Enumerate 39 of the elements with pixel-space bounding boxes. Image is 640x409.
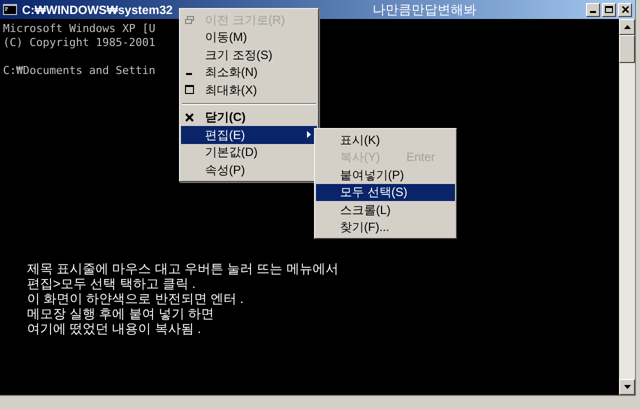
console-app-icon (3, 4, 17, 15)
menu-item[interactable]: 속성(P) (181, 161, 317, 178)
scroll-up-button[interactable] (619, 19, 635, 35)
console-line: (C) Copyright 1985-2001 (3, 36, 156, 50)
window-title: C:₩WINDOWS₩system32 (22, 2, 173, 18)
menu-item[interactable]: 최소화(N) (181, 64, 317, 81)
scrollbar[interactable] (619, 19, 635, 395)
window-caption: 나만큼만답변해봐 (372, 0, 477, 19)
scroll-thumb[interactable] (619, 35, 635, 63)
menu-item[interactable]: 스크롤(L) (316, 201, 455, 218)
menu-item[interactable]: 닫기(C) (181, 108, 317, 126)
menu-item[interactable]: 최대화(X) (181, 81, 317, 98)
menu-item[interactable]: 기본값(D) (181, 144, 317, 161)
minimize-button[interactable] (586, 2, 600, 16)
console-prompt: C:₩Documents and Settin (3, 64, 156, 78)
console-note: 메모장 실행 후에 붙여 넣기 하면 (27, 306, 216, 321)
console-note: 편집>모두 선택 택하고 클릭 . (27, 276, 197, 291)
menu-item[interactable]: 붙여넣기(P) (316, 166, 455, 184)
submenu-arrow-icon (307, 131, 311, 138)
menu-item[interactable]: 찾기(F)... (316, 218, 455, 236)
console-note: 여기에 떴었던 내용이 복사됨 . (27, 321, 202, 336)
maximize-icon (605, 6, 613, 13)
close-icon (185, 112, 194, 122)
console-note: 이 화면이 하얀색으로 반전되면 엔터 . (27, 291, 245, 306)
close-icon (622, 6, 628, 13)
menu-item[interactable]: 크기 조정(S) (181, 46, 317, 64)
menu-item[interactable]: 편집(E) (181, 126, 317, 144)
console-line: Microsoft Windows XP [U (3, 22, 156, 36)
up-arrow-icon (624, 25, 630, 29)
down-arrow-icon (624, 385, 630, 389)
console-note: 제목 표시줄에 마우스 대고 우버튼 눌러 뜨는 메뉴에서 (27, 261, 340, 276)
menu-item[interactable]: 표시(K) (316, 131, 455, 148)
scroll-down-button[interactable] (619, 379, 635, 395)
maximize-icon (185, 85, 194, 94)
close-button[interactable] (618, 2, 632, 16)
menu-item[interactable]: 모두 선택(S) (316, 184, 455, 201)
maximize-button[interactable] (602, 2, 616, 16)
menu-item[interactable]: 이동(M) (181, 28, 317, 46)
restore-icon (185, 16, 194, 24)
